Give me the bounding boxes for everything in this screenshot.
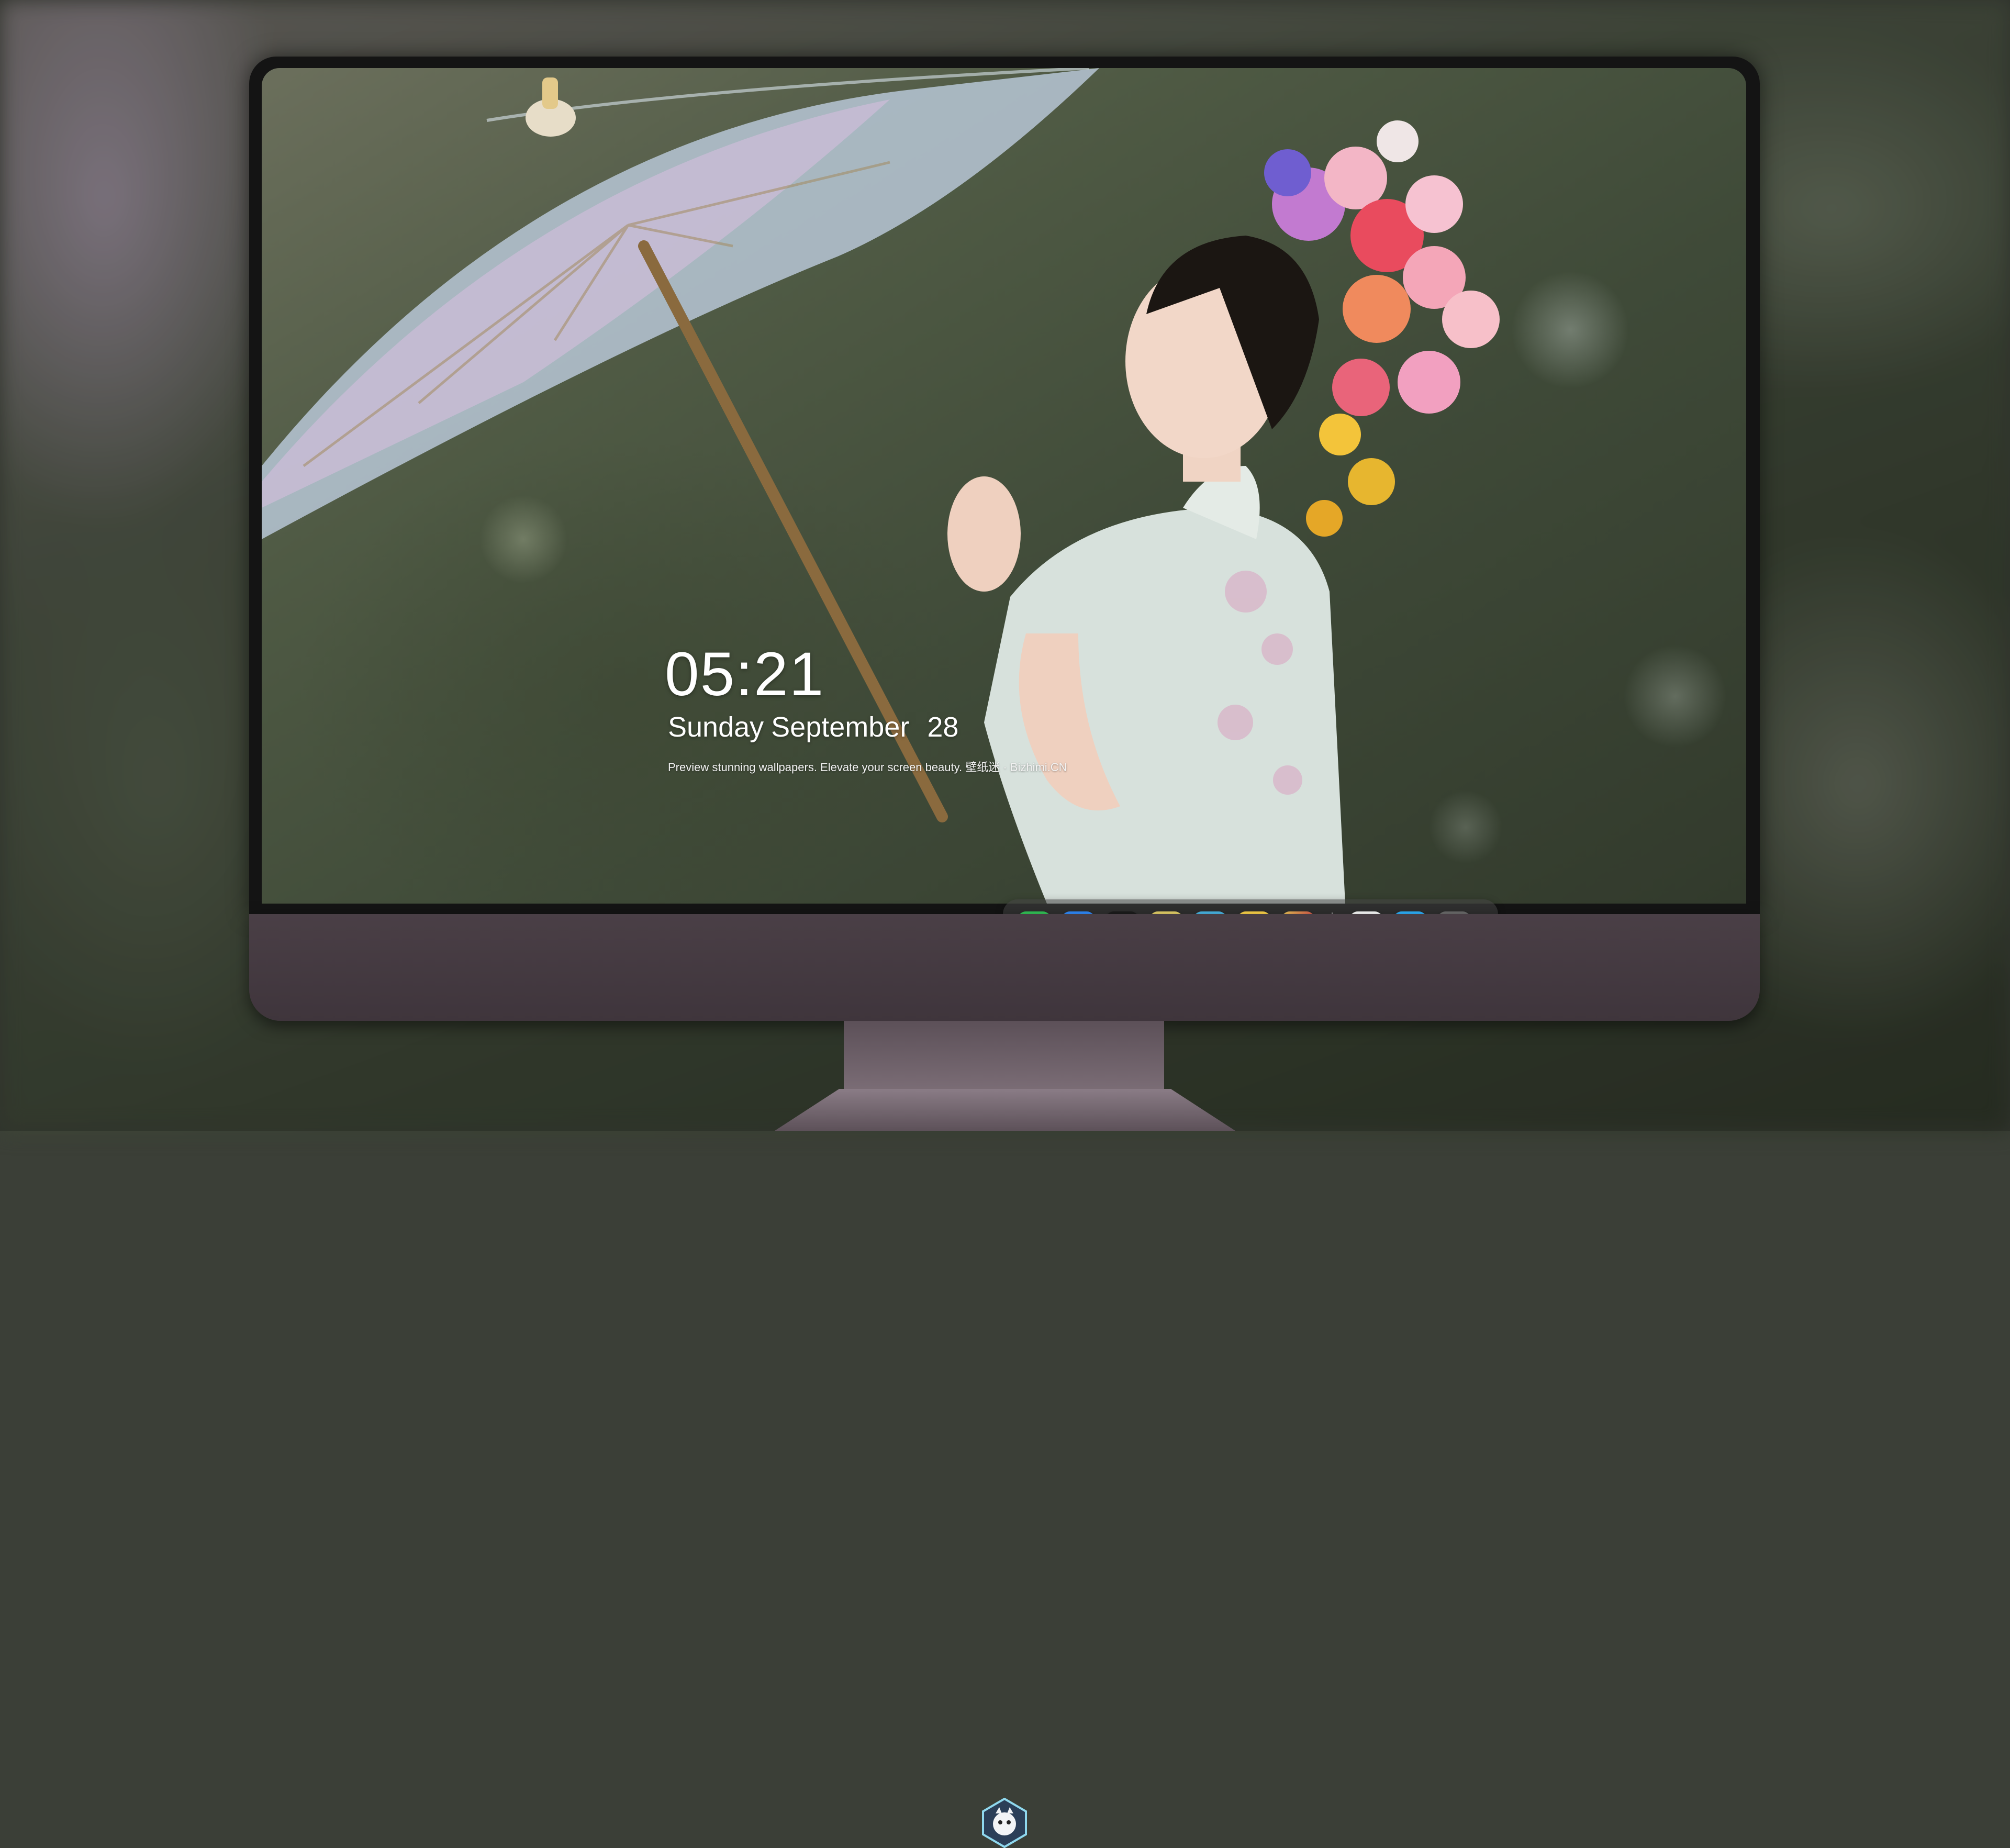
date-month: September: [771, 711, 910, 743]
monitor-bezel: 05:21 Sunday September 28 Preview stunning…: [249, 57, 1760, 914]
mascot-logo-icon: [982, 1798, 1027, 1848]
screen: 05:21 Sunday September 28 Preview stunning…: [262, 68, 1746, 904]
monitor: 05:21 Sunday September 28 Preview stunning…: [249, 57, 1760, 1848]
monitor-stand-neck: [844, 1021, 1164, 1089]
date-weekday: Sunday: [668, 711, 764, 743]
monitor-stand-base: [775, 1089, 1235, 1131]
lock-screen-tagline: Preview stunning wallpapers. Elevate you…: [668, 761, 1067, 774]
date-day: 28: [927, 711, 959, 743]
monitor-chin: [249, 914, 1760, 1848]
lock-screen-time: 05:21: [665, 640, 825, 709]
lock-screen-date: Sunday September 28: [668, 711, 966, 743]
wallpaper-image: [262, 68, 1500, 904]
